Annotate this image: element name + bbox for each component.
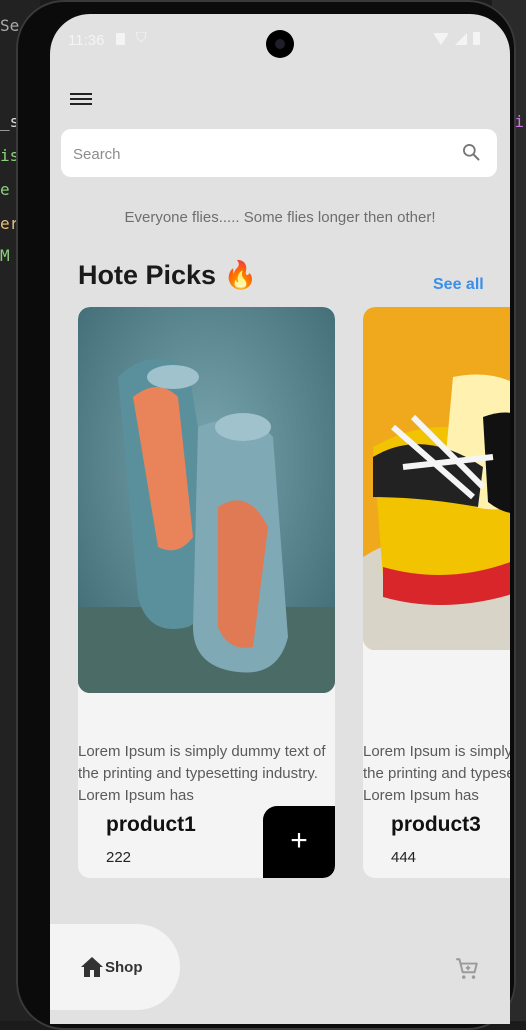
product-name: product3 xyxy=(391,813,481,836)
search-icon[interactable] xyxy=(461,142,481,162)
battery-icon xyxy=(473,32,480,45)
nav-tab-shop[interactable]: Shop xyxy=(50,924,180,1010)
phone-frame: 11:36 ⛉ Everyone flies..... Some flies l… xyxy=(16,0,516,1030)
status-icons xyxy=(433,32,480,45)
product-price: 222 xyxy=(106,849,132,866)
sim-icon xyxy=(116,33,125,45)
product-name: product1 xyxy=(106,813,196,836)
section-title: Hote Picks 🔥 xyxy=(78,260,258,290)
wifi-icon xyxy=(433,32,449,45)
cart-icon[interactable] xyxy=(454,956,480,982)
front-camera xyxy=(266,30,294,58)
menu-icon[interactable] xyxy=(70,90,92,108)
add-to-cart-button[interactable]: + xyxy=(263,806,335,878)
product-description: Lorem Ipsum is simply dummy text of the … xyxy=(78,743,326,804)
search-input[interactable] xyxy=(71,129,455,179)
product-description: Lorem Ipsum is simply dummy text of the … xyxy=(363,743,510,804)
search-bar xyxy=(61,129,497,179)
nav-tab-label: Shop xyxy=(105,959,143,976)
home-icon xyxy=(81,957,103,977)
vpn-icon: ⛉ xyxy=(136,29,147,45)
status-time: 11:36 xyxy=(68,32,105,49)
see-all-link[interactable]: See all xyxy=(433,276,484,294)
bottom-nav: Shop xyxy=(50,924,510,1024)
product-image xyxy=(363,307,510,650)
product-price: 444 xyxy=(391,849,417,866)
app-screen: 11:36 ⛉ Everyone flies..... Some flies l… xyxy=(50,14,510,1024)
product-card[interactable]: Lorem Ipsum is simply dummy text of the … xyxy=(78,307,335,878)
product-image xyxy=(78,307,335,693)
product-card[interactable]: Lorem Ipsum is simply dummy text of the … xyxy=(363,307,510,878)
tagline: Everyone flies..... Some flies longer th… xyxy=(124,209,436,226)
status-bar: 11:36 ⛉ xyxy=(50,14,510,68)
signal-icon xyxy=(455,32,467,45)
